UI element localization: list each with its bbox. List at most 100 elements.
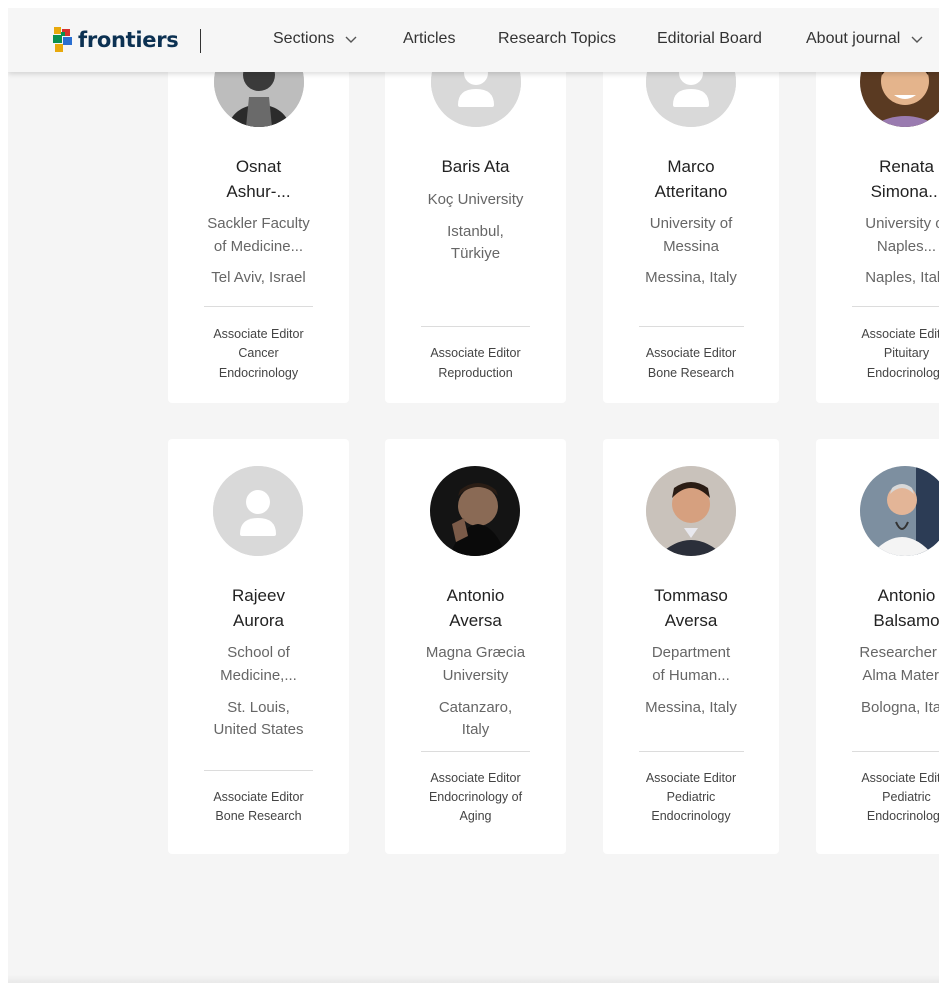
editor-name[interactable]: Ashur-... [168,179,349,204]
editor-role: Associate Editor [861,771,939,785]
editor-affiliation: Researcher at [859,644,939,661]
editor-name[interactable]: Renata [816,154,939,179]
editor-location: Tel Aviv, Israel [211,269,306,286]
editor-affiliation: of Human... [652,667,730,684]
editor-section[interactable]: Endocrinology [816,364,939,384]
editor-photo-icon [646,466,736,556]
editor-affiliation: Messina [663,238,719,255]
editor-section[interactable]: Pituitary [816,344,939,364]
editor-affiliation: Magna Græcia [425,644,526,661]
editor-section[interactable]: Reproduction [385,364,566,384]
editor-section[interactable]: Endocrinology [603,807,779,827]
avatar [213,466,303,556]
editor-affiliation: University of [649,215,733,232]
nav-editorial-board[interactable]: Editorial Board [657,30,762,48]
editor-location: Messina, Italy [645,699,737,716]
editor-name[interactable]: Rajeev [168,583,349,608]
editor-card[interactable]: Marco Atteritano University of Messina M… [603,18,779,403]
editor-affiliation: Naples... [876,238,937,255]
editor-name[interactable]: Antonio [385,583,566,608]
nav-research-topics-label: Research Topics [498,30,616,47]
editor-affiliation: School of [227,644,290,661]
editor-section[interactable]: Pediatric [816,788,939,808]
nav-research-topics[interactable]: Research Topics [498,30,616,48]
editor-location: St. Louis, [227,699,290,716]
site-header: frontiers Sections Articles Research Top… [8,8,939,72]
editor-role: Associate Editor [861,327,939,341]
editor-affiliation: University of [865,215,939,232]
editor-location: Italy [461,721,490,738]
editor-affiliation: Alma Mater... [862,667,939,684]
editor-photo-icon [430,466,520,556]
nav-about-journal[interactable]: About journal [806,30,924,48]
divider [204,306,313,307]
avatar [646,466,736,556]
editor-name[interactable]: Simona... [816,179,939,204]
editor-photo-icon [860,466,939,556]
divider [852,751,939,752]
divider [639,751,744,752]
editor-section[interactable]: Bone Research [168,807,349,827]
editor-affiliation: Sackler Faculty [207,215,310,232]
editor-affiliation: Medicine,... [220,667,297,684]
editor-section[interactable]: Aging [385,807,566,827]
editor-section[interactable]: Endocrinology [816,807,939,827]
editor-card[interactable]: Antonio Aversa Magna Græcia University C… [385,439,566,854]
editor-card[interactable]: Antonio Balsamo Researcher at Alma Mater… [816,439,939,854]
editor-location: Istanbul, [447,223,504,240]
editor-name[interactable]: Marco [603,154,779,179]
editor-name[interactable]: Balsamo [816,608,939,633]
editor-role: Associate Editor [430,346,521,360]
editor-name[interactable]: Antonio [816,583,939,608]
user-placeholder-icon [213,466,303,556]
editor-role: Associate Editor [213,327,304,341]
editor-section[interactable]: Cancer [168,344,349,364]
page-bottom-edge [8,975,939,983]
logo-text: frontiers [78,28,179,52]
editor-section[interactable]: Bone Research [603,364,779,384]
header-divider [200,29,201,53]
editor-name[interactable]: Osnat [168,154,349,179]
editor-location: Bologna, Italy [861,699,939,716]
nav-articles[interactable]: Articles [403,30,455,48]
nav-about-journal-label: About journal [806,30,901,47]
frontiers-logo-icon [53,27,72,52]
divider [204,770,313,771]
editor-location: Türkiye [450,245,501,262]
editor-name[interactable]: Aversa [385,608,566,633]
nav-sections-label: Sections [273,30,335,47]
editor-affiliation: University [442,667,509,684]
editor-location: Catanzaro, [438,699,513,716]
editor-card[interactable]: Osnat Ashur-... Sackler Faculty of Medic… [168,18,349,403]
editor-name[interactable]: Atteritano [603,179,779,204]
editor-section[interactable]: Pediatric [603,788,779,808]
editor-role: Associate Editor [645,771,737,785]
editor-card[interactable]: Tommaso Aversa Department of Human... Me… [603,439,779,854]
divider [421,326,530,327]
editor-name[interactable]: Baris Ata [385,154,566,179]
page: frontiers Sections Articles Research Top… [8,8,939,983]
editor-role: Associate Editor [213,790,304,804]
divider [852,306,939,307]
editor-section[interactable]: Endocrinology of [385,788,566,808]
avatar [860,466,939,556]
editor-section[interactable]: Endocrinology [168,364,349,384]
frontiers-logo[interactable]: frontiers [52,26,179,54]
chevron-down-icon [345,36,357,43]
editor-name[interactable]: Tommaso [603,583,779,608]
editor-affiliation: Department [651,644,731,661]
editor-name[interactable]: Aversa [603,608,779,633]
editor-card[interactable]: Rajeev Aurora School of Medicine,... St.… [168,439,349,854]
nav-articles-label: Articles [403,30,456,47]
editor-affiliation: of Medicine... [213,238,304,255]
nav-sections[interactable]: Sections [273,30,358,48]
editor-location: Naples, Italy [865,269,939,286]
editor-location: United States [213,721,304,738]
editor-name[interactable]: Aurora [168,608,349,633]
chevron-down-icon [911,36,923,43]
editor-role: Associate Editor [645,346,737,360]
editor-card[interactable]: Renata Simona... University of Naples...… [816,18,939,403]
nav-editorial-board-label: Editorial Board [657,30,762,47]
editor-card[interactable]: Baris Ata Koç University Istanbul, Türki… [385,18,566,403]
editor-role: Associate Editor [430,771,521,785]
